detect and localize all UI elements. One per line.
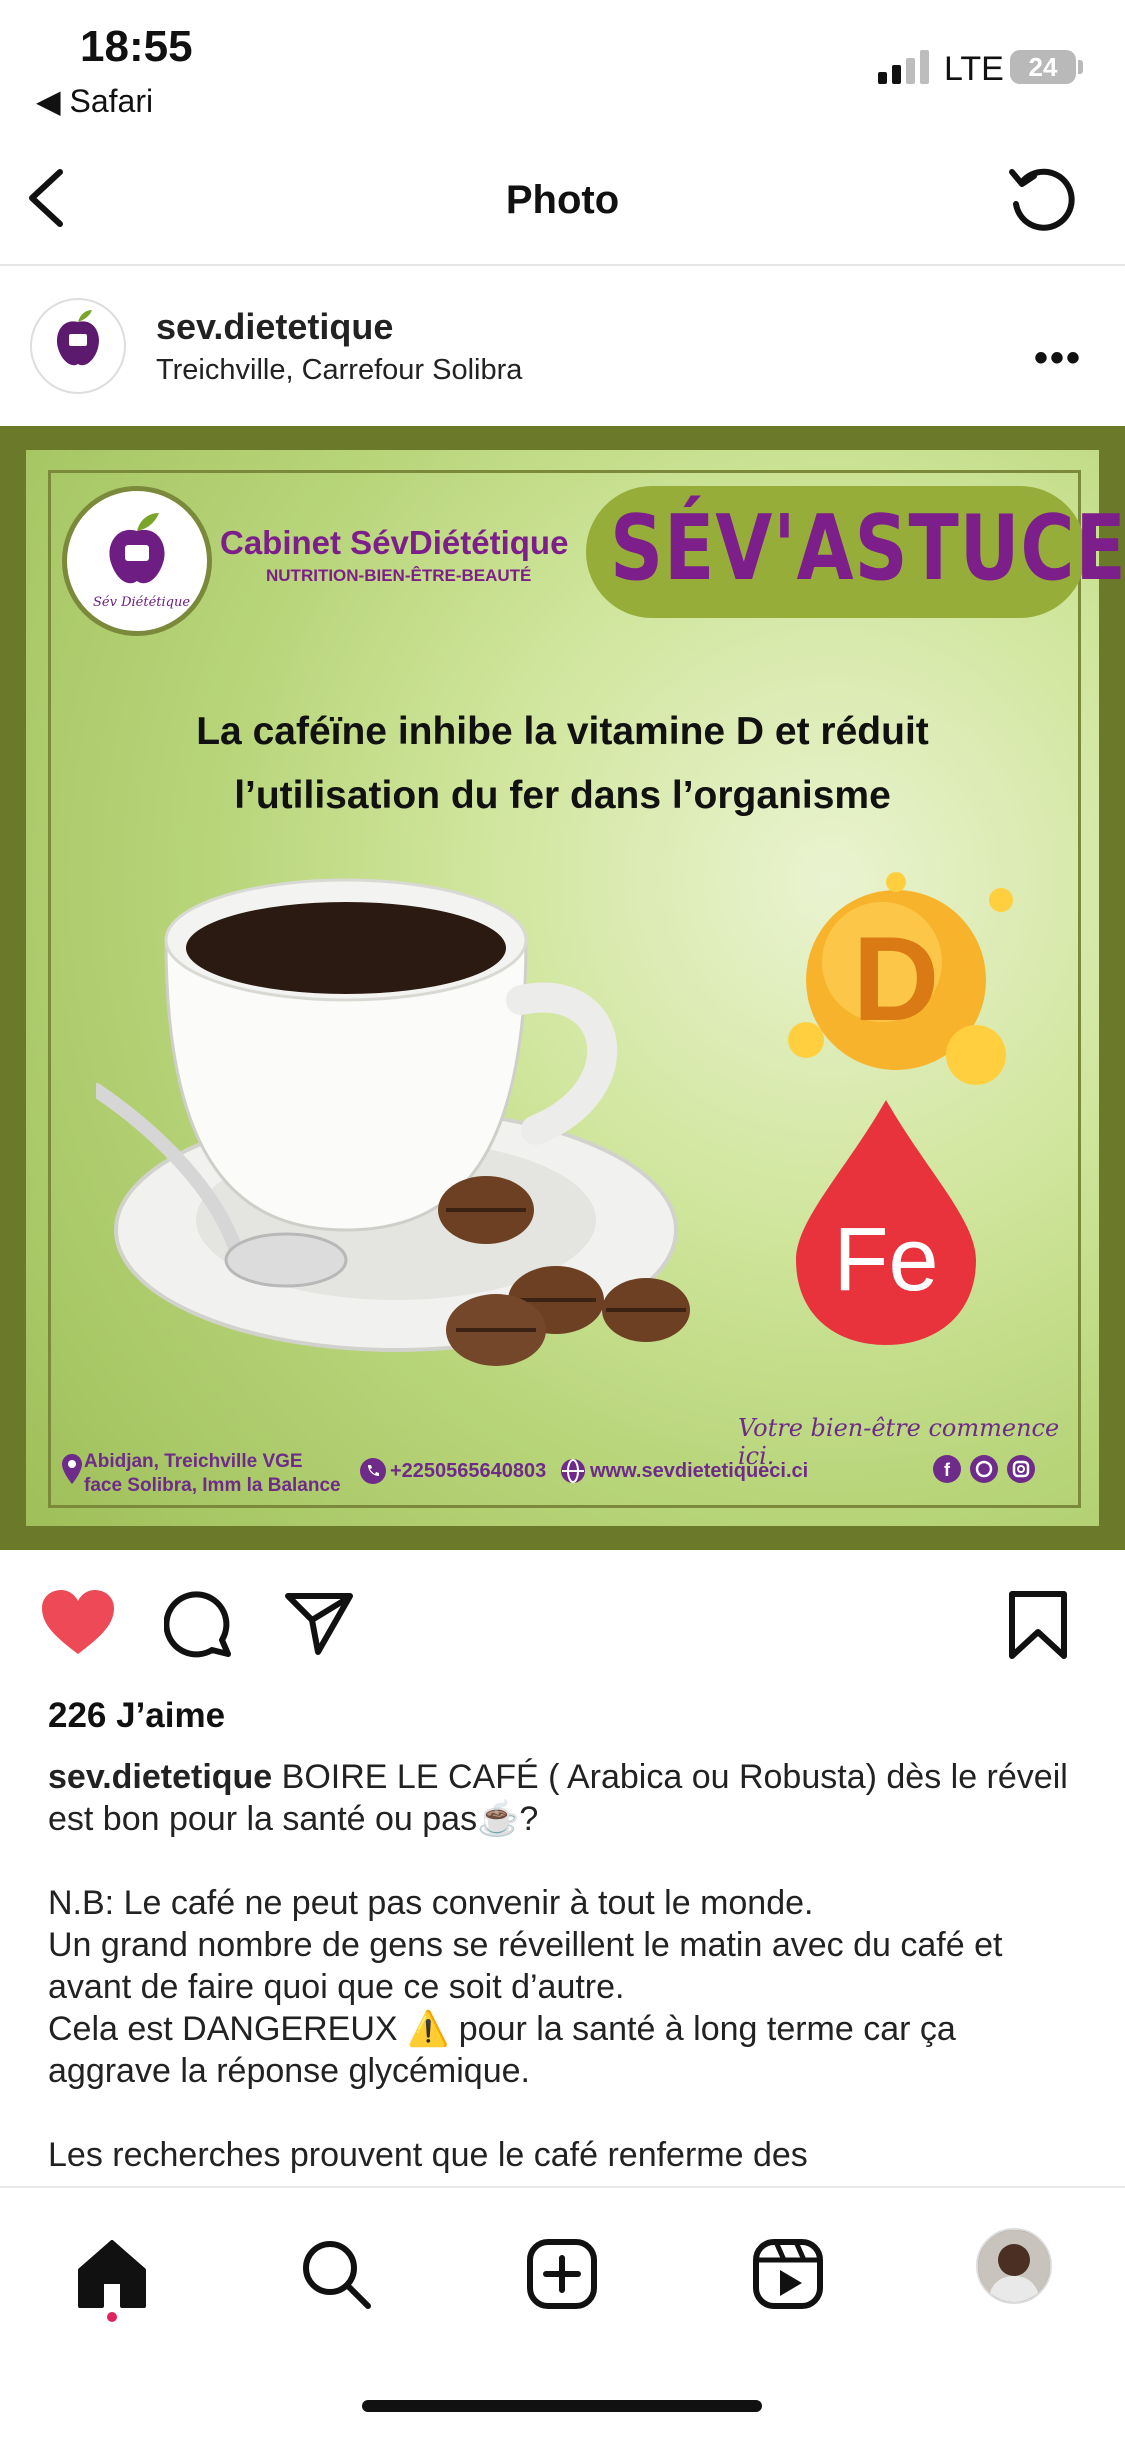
post-image-canvas: Sév Diététique Cabinet SévDiététique NUT… <box>26 450 1125 1526</box>
brand-title: Cabinet SévDiététique <box>220 524 569 561</box>
profile-photo <box>978 2230 1050 2302</box>
search-icon[interactable] <box>298 2236 374 2312</box>
battery-cap <box>1078 60 1083 74</box>
post-username[interactable]: sev.dietetique <box>156 306 393 348</box>
image-website: www.sevdietetiqueci.ci <box>590 1460 809 1482</box>
brand-logo: Sév Diététique <box>62 486 212 636</box>
globe-icon <box>561 1459 585 1483</box>
page-title: Photo <box>505 178 620 222</box>
create-icon[interactable] <box>524 2236 600 2312</box>
bookmark-icon[interactable] <box>1006 1590 1070 1660</box>
home-active-dot <box>107 2312 117 2322</box>
social-icons: f <box>933 1455 1035 1483</box>
badge-text: SÉV'ASTUCE <box>610 496 1125 601</box>
network-label: LTE <box>944 50 1004 88</box>
image-phone: +2250565640803 <box>390 1460 547 1482</box>
reels-icon[interactable] <box>750 2236 826 2312</box>
headline-line-2: l’utilisation du fer dans l’organisme <box>234 774 891 817</box>
iron-label: Fe <box>833 1210 938 1310</box>
signal-icon <box>878 50 929 84</box>
post-author-avatar[interactable] <box>30 298 126 394</box>
home-indicator <box>362 2400 762 2412</box>
caption-line-4: Cela est DANGEREUX ⚠️ pour la santé à lo… <box>48 2010 956 2090</box>
refresh-icon[interactable] <box>1004 160 1078 234</box>
caption-line-5: Les recherches prouvent que le café renf… <box>48 2136 808 2174</box>
headline-line-1: La caféïne inhibe la vitamine D et rédui… <box>196 710 929 753</box>
logo-text: Sév Diététique <box>93 595 191 610</box>
address-line-2: face Solibra, Imm la Balance <box>84 1475 341 1496</box>
comment-icon[interactable] <box>164 1588 234 1658</box>
svg-text:f: f <box>944 1460 951 1480</box>
brand-subtitle: NUTRITION-BIEN-ÊTRE-BEAUTÉ <box>266 566 532 585</box>
apple-logo-icon <box>109 513 165 584</box>
apple-logo-icon <box>34 302 122 390</box>
caption-line-3: Un grand nombre de gens se réveillent le… <box>48 1926 1003 2006</box>
address-line-1: Abidjan, Treichville VGE <box>84 1451 303 1472</box>
home-icon[interactable] <box>74 2236 150 2312</box>
caption-username[interactable]: sev.dietetique <box>48 1758 272 1796</box>
vitamin-d-label: D <box>853 912 940 1046</box>
post-image[interactable]: Sév Diététique Cabinet SévDiététique NUT… <box>0 426 1125 1550</box>
instagram-icon <box>1007 1455 1035 1483</box>
heart-icon[interactable] <box>40 1588 116 1658</box>
battery-icon: 24 <box>1010 50 1076 84</box>
back-to-safari-link[interactable]: ◀ Safari <box>36 82 153 120</box>
more-icon[interactable]: ••• <box>1034 336 1082 381</box>
header-divider <box>0 264 1125 266</box>
vitamin-d-icon: D <box>788 872 1013 1085</box>
iron-fe-icon: Fe <box>796 1100 976 1345</box>
caption-first-paragraph: sev.dietetique BOIRE LE CAFÉ ( Arabica o… <box>48 1756 1088 1840</box>
post-location[interactable]: Treichville, Carrefour Solibra <box>156 354 522 387</box>
profile-avatar[interactable] <box>976 2228 1052 2304</box>
post-caption: sev.dietetique BOIRE LE CAFÉ ( Arabica o… <box>48 1756 1088 2176</box>
caption-line-2: N.B: Le café ne peut pas convenir à tout… <box>48 1884 814 1922</box>
image-address: Abidjan, Treichville VGE face Solibra, I… <box>84 1450 341 1498</box>
likes-count[interactable]: 226 J’aime <box>48 1696 225 1736</box>
share-icon[interactable] <box>284 1590 354 1656</box>
status-time: 18:55 <box>80 22 193 71</box>
coffee-cup-illustration <box>96 878 690 1366</box>
bottom-tab-bar <box>0 2186 1125 2438</box>
image-headline: La caféïne inhibe la vitamine D et rédui… <box>26 700 1099 828</box>
phone-icon <box>360 1458 386 1484</box>
whatsapp-icon <box>970 1455 998 1483</box>
location-pin-icon <box>62 1454 82 1484</box>
